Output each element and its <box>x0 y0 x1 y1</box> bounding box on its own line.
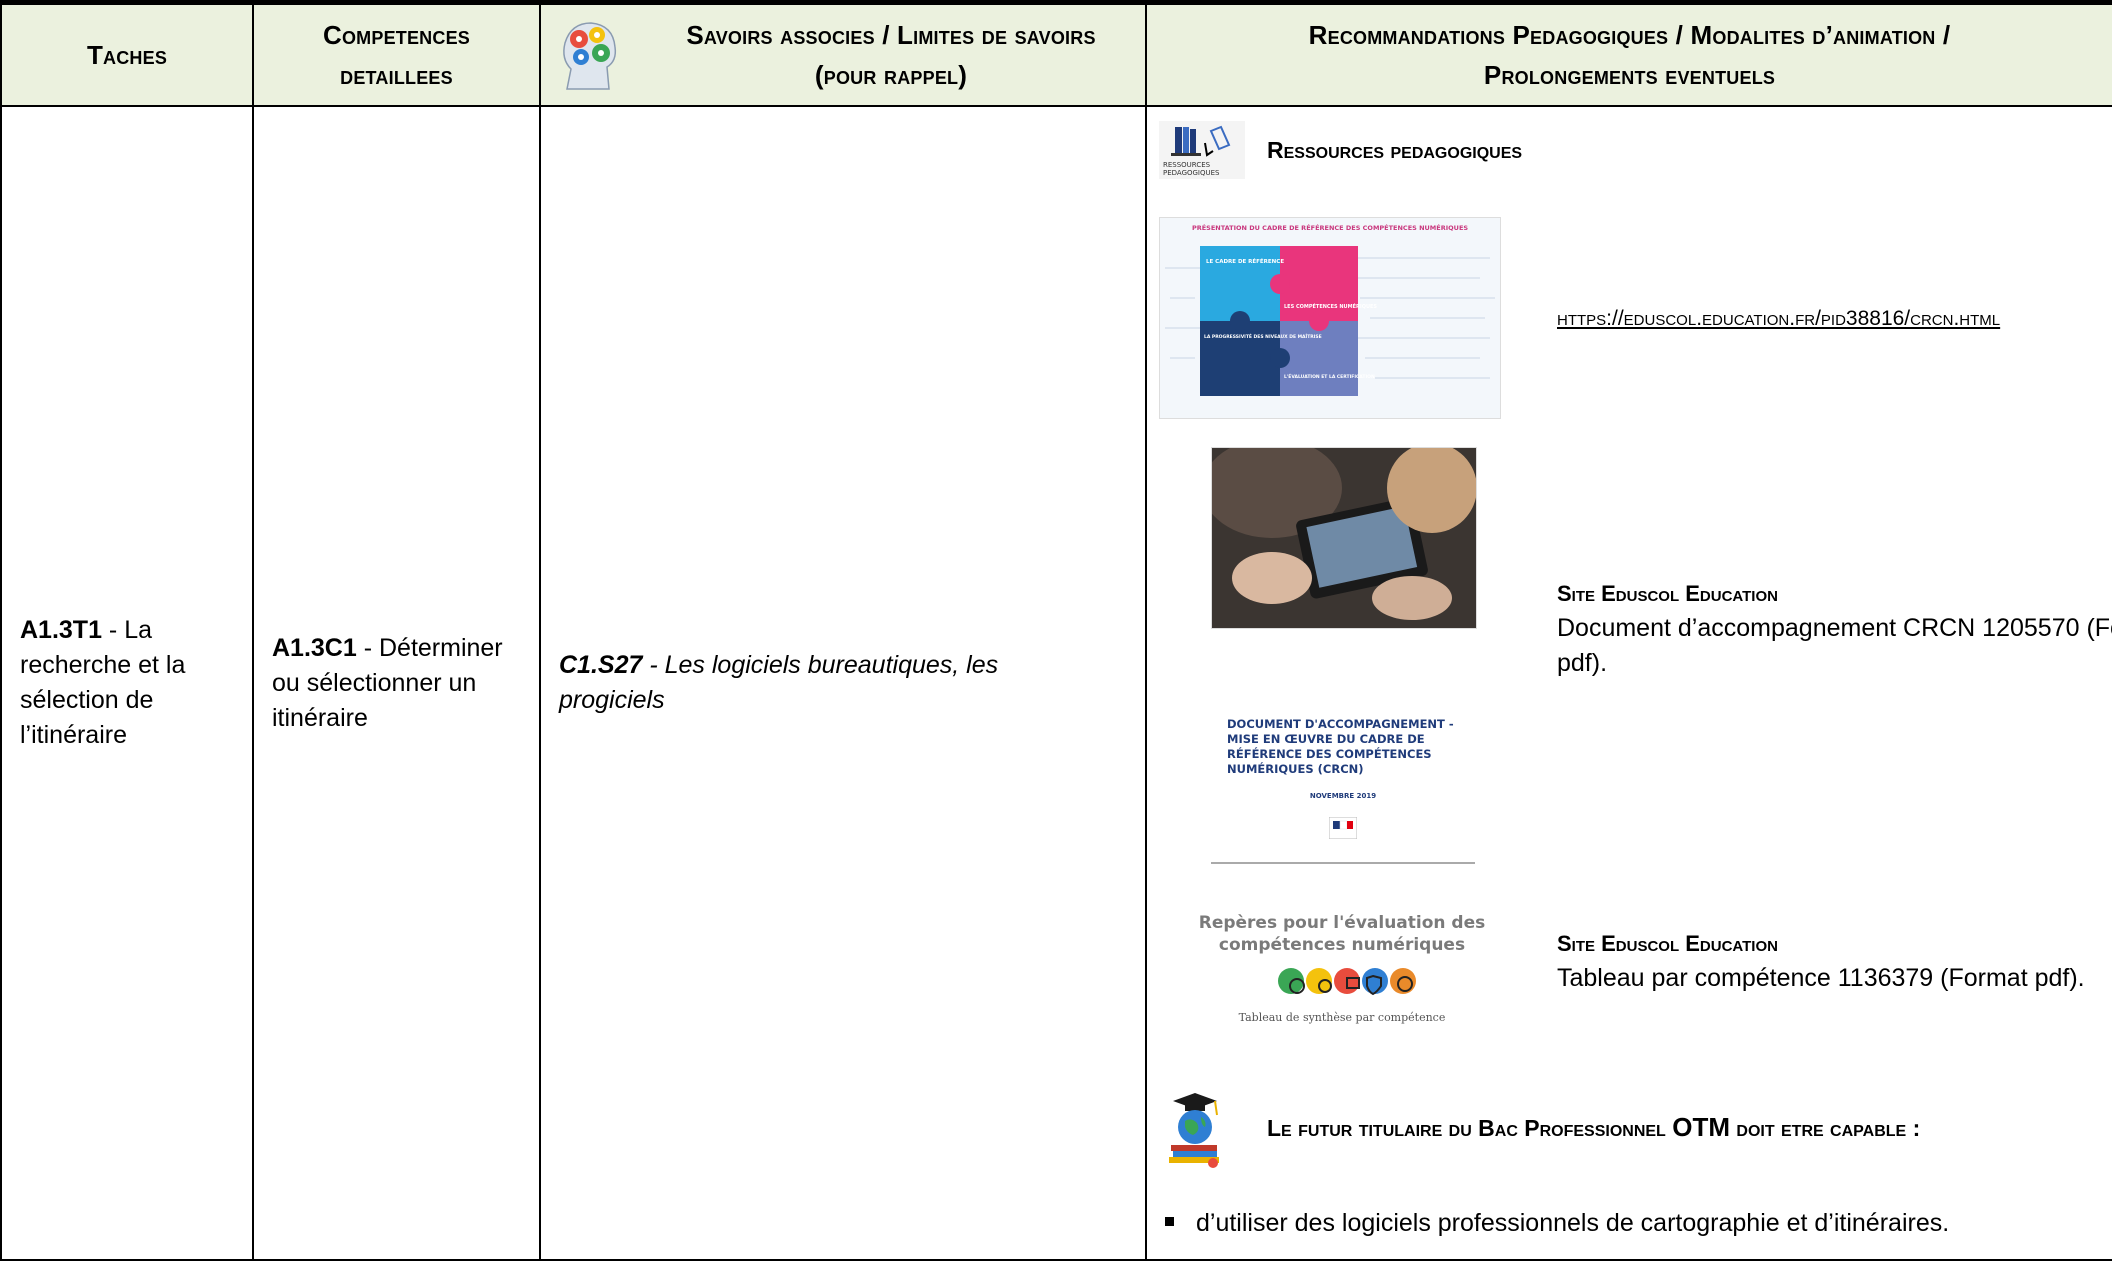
reperes-subtitle: Tableau de synthèse par compétence <box>1238 1011 1446 1024</box>
tablet-photo-graphic <box>1212 448 1476 628</box>
competence-icons <box>1278 968 1416 996</box>
content-row: A1.3T1 - La recherche et la sélection de… <box>0 105 2112 1261</box>
savoir-code: C1.S27 <box>559 651 643 679</box>
savoir-text: C1.S27 - Les logiciels bureautiques, les… <box>541 648 1145 718</box>
site2-block: Site Eduscol Education Tableau par compé… <box>1557 927 2112 996</box>
books-resources-icon: RESSOURCES PEDAGOGIQUES <box>1159 121 1245 179</box>
capable-heading: Le futur titulaire du Bac Professionnel … <box>1267 1112 1920 1143</box>
header-reco-line2: Prolongements eventuels <box>1483 60 1776 90</box>
site1-block: Site Eduscol Education Document d’accomp… <box>1557 577 2112 681</box>
capable-bullet-text: d’utiliser des logiciels professionnels … <box>1196 1209 1950 1237</box>
tache-code: A1.3T1 <box>20 616 102 644</box>
document-cover[interactable]: DOCUMENT D'ACCOMPAGNEMENT - MISE EN ŒUVR… <box>1211 657 1475 864</box>
doc-cover-date: NOVEMBRE 2019 <box>1309 792 1377 800</box>
site1-desc: Document d’accompagnement CRCN 1205570 (… <box>1557 614 2112 677</box>
page: Taches Competences detaillees Savoirs as… <box>0 0 2112 1261</box>
puzzle-piece-label-1: LE CADRE DE RÉFÉRENCE <box>1206 257 1284 265</box>
resources-title: Ressources pedagogiques <box>1267 137 1523 163</box>
republic-logo-icon <box>1329 817 1357 839</box>
header-recommandations: Recommandations Pedagogiques / Modalites… <box>1145 3 2112 107</box>
header-savoirs-line1: Savoirs associes / Limites de savoirs <box>686 20 1096 50</box>
pedagogy-table: Taches Competences detaillees Savoirs as… <box>0 3 2112 1261</box>
site2-desc: Tableau par compétence 1136379 (Format p… <box>1557 964 2085 992</box>
site1-title: Site Eduscol Education <box>1557 581 1778 606</box>
header-competences-line2: detaillees <box>340 60 453 90</box>
header-competences-line1: Competences <box>323 20 470 50</box>
site2-title: Site Eduscol Education <box>1557 931 1778 956</box>
graduate-globe-icon <box>1169 1093 1219 1168</box>
header-savoirs: Savoirs associes / Limites de savoirs (p… <box>539 3 1147 107</box>
puzzle-piece-label-2: LES COMPÉTENCES NUMÉRIQUES <box>1284 302 1377 310</box>
bullet-square-icon <box>1165 1216 1174 1226</box>
capable-suffix: doit etre capable : <box>1730 1115 1921 1141</box>
doc-cover-title: DOCUMENT D'ACCOMPAGNEMENT - MISE EN ŒUVR… <box>1227 717 1454 776</box>
eduscol-crcn-link[interactable]: https://eduscol.education.fr/pid38816/cr… <box>1557 307 2000 331</box>
header-competences: Competences detaillees <box>252 3 541 107</box>
capable-bullet-item: d’utiliser des logiciels professionnels … <box>1165 1209 1949 1238</box>
tablet-photo <box>1211 447 1477 629</box>
header-reco-line1: Recommandations Pedagogiques / Modalites… <box>1308 20 1951 50</box>
brain-gears-icon <box>563 22 617 90</box>
competence-code: A1.3C1 <box>272 633 357 662</box>
resources-icon-label-2: PEDAGOGIQUES <box>1163 169 1220 177</box>
reperes-title: Repères pour l'évaluation des compétence… <box>1198 913 1486 955</box>
puzzle-thumbnail[interactable]: PRÉSENTATION DU CADRE DE RÉFÉRENCE DES C… <box>1159 217 1501 419</box>
cell-competence: A1.3C1 - Déterminer ou sélectionner un i… <box>252 105 541 1261</box>
cell-savoir: C1.S27 - Les logiciels bureautiques, les… <box>539 105 1147 1261</box>
header-savoirs-line2: (pour rappel) <box>814 60 968 90</box>
header-row: Taches Competences detaillees Savoirs as… <box>0 3 2112 107</box>
capable-prefix: Le futur titulaire du Bac Professionnel <box>1267 1115 1673 1141</box>
puzzle-graphic: LE CADRE DE RÉFÉRENCE LES COMPÉTENCES NU… <box>1165 246 1495 396</box>
header-taches: Taches <box>0 3 254 107</box>
resources-icon-label-1: RESSOURCES <box>1163 161 1211 169</box>
reperes-thumbnail[interactable]: Repères pour l'évaluation des compétence… <box>1197 912 1487 1032</box>
cell-recommandations: RESSOURCES PEDAGOGIQUES Ressources pedag… <box>1145 105 2112 1261</box>
capable-otm: OTM <box>1672 1112 1730 1142</box>
header-taches-label: Taches <box>86 39 168 70</box>
tache-text: A1.3T1 - La recherche et la sélection de… <box>2 613 252 753</box>
cell-tache: A1.3T1 - La recherche et la sélection de… <box>0 105 254 1261</box>
competence-text: A1.3C1 - Déterminer ou sélectionner un i… <box>254 631 539 736</box>
recommandations-content: RESSOURCES PEDAGOGIQUES Ressources pedag… <box>1147 107 2112 1259</box>
